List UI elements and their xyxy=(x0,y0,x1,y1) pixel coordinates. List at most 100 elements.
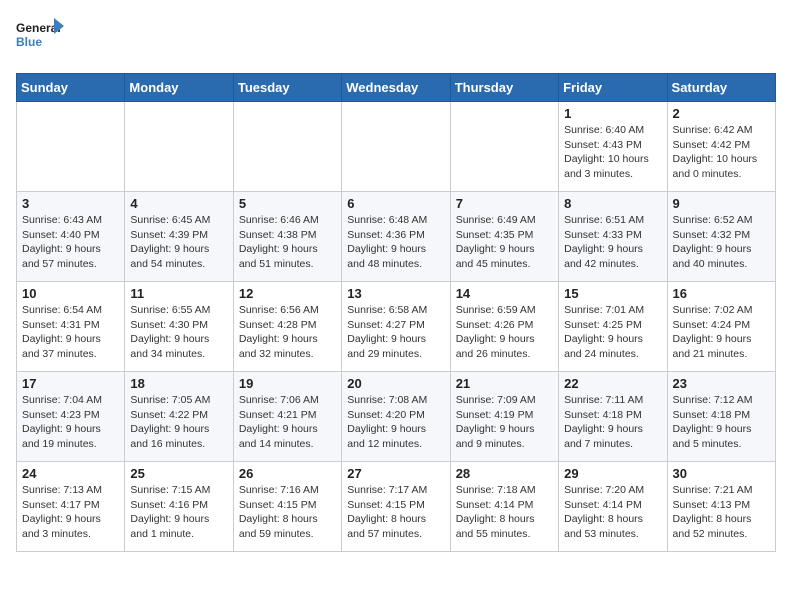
day-info: Sunrise: 6:58 AMSunset: 4:27 PMDaylight:… xyxy=(347,303,444,362)
day-info: Sunrise: 7:21 AMSunset: 4:13 PMDaylight:… xyxy=(673,483,770,542)
day-info: Sunrise: 6:42 AMSunset: 4:42 PMDaylight:… xyxy=(673,123,770,182)
page-header: General Blue xyxy=(16,16,776,61)
day-info: Sunrise: 7:12 AMSunset: 4:18 PMDaylight:… xyxy=(673,393,770,452)
day-info: Sunrise: 7:09 AMSunset: 4:19 PMDaylight:… xyxy=(456,393,553,452)
day-number: 7 xyxy=(456,196,553,211)
day-info: Sunrise: 6:55 AMSunset: 4:30 PMDaylight:… xyxy=(130,303,227,362)
day-number: 1 xyxy=(564,106,661,121)
day-info: Sunrise: 7:04 AMSunset: 4:23 PMDaylight:… xyxy=(22,393,119,452)
day-number: 5 xyxy=(239,196,336,211)
day-info: Sunrise: 7:02 AMSunset: 4:24 PMDaylight:… xyxy=(673,303,770,362)
calendar-cell: 8 Sunrise: 6:51 AMSunset: 4:33 PMDaylight… xyxy=(559,192,667,282)
day-info: Sunrise: 6:46 AMSunset: 4:38 PMDaylight:… xyxy=(239,213,336,272)
calendar-cell: 19 Sunrise: 7:06 AMSunset: 4:21 PMDayligh… xyxy=(233,372,341,462)
calendar-cell: 20 Sunrise: 7:08 AMSunset: 4:20 PMDayligh… xyxy=(342,372,450,462)
day-number: 8 xyxy=(564,196,661,211)
day-info: Sunrise: 7:20 AMSunset: 4:14 PMDaylight:… xyxy=(564,483,661,542)
calendar-cell: 18 Sunrise: 7:05 AMSunset: 4:22 PMDayligh… xyxy=(125,372,233,462)
calendar-cell: 6 Sunrise: 6:48 AMSunset: 4:36 PMDaylight… xyxy=(342,192,450,282)
calendar-cell xyxy=(233,102,341,192)
day-info: Sunrise: 6:45 AMSunset: 4:39 PMDaylight:… xyxy=(130,213,227,272)
day-number: 17 xyxy=(22,376,119,391)
week-row-4: 17 Sunrise: 7:04 AMSunset: 4:23 PMDayligh… xyxy=(17,372,776,462)
day-number: 2 xyxy=(673,106,770,121)
calendar-cell: 13 Sunrise: 6:58 AMSunset: 4:27 PMDayligh… xyxy=(342,282,450,372)
day-info: Sunrise: 7:13 AMSunset: 4:17 PMDaylight:… xyxy=(22,483,119,542)
calendar-cell: 16 Sunrise: 7:02 AMSunset: 4:24 PMDayligh… xyxy=(667,282,775,372)
day-number: 13 xyxy=(347,286,444,301)
calendar-cell: 17 Sunrise: 7:04 AMSunset: 4:23 PMDayligh… xyxy=(17,372,125,462)
header-day-saturday: Saturday xyxy=(667,74,775,102)
header-day-tuesday: Tuesday xyxy=(233,74,341,102)
calendar-header: SundayMondayTuesdayWednesdayThursdayFrid… xyxy=(17,74,776,102)
calendar-cell: 5 Sunrise: 6:46 AMSunset: 4:38 PMDaylight… xyxy=(233,192,341,282)
day-number: 14 xyxy=(456,286,553,301)
day-number: 21 xyxy=(456,376,553,391)
svg-text:Blue: Blue xyxy=(16,35,42,49)
calendar-cell: 14 Sunrise: 6:59 AMSunset: 4:26 PMDayligh… xyxy=(450,282,558,372)
week-row-3: 10 Sunrise: 6:54 AMSunset: 4:31 PMDayligh… xyxy=(17,282,776,372)
day-info: Sunrise: 7:11 AMSunset: 4:18 PMDaylight:… xyxy=(564,393,661,452)
calendar-cell: 10 Sunrise: 6:54 AMSunset: 4:31 PMDayligh… xyxy=(17,282,125,372)
day-number: 3 xyxy=(22,196,119,211)
day-info: Sunrise: 6:51 AMSunset: 4:33 PMDaylight:… xyxy=(564,213,661,272)
day-info: Sunrise: 7:05 AMSunset: 4:22 PMDaylight:… xyxy=(130,393,227,452)
logo: General Blue xyxy=(16,16,66,61)
header-row: SundayMondayTuesdayWednesdayThursdayFrid… xyxy=(17,74,776,102)
calendar-cell: 28Sunrise: 7:18 AMSunset: 4:14 PMDayligh… xyxy=(450,462,558,552)
day-info: Sunrise: 7:16 AMSunset: 4:15 PMDaylight:… xyxy=(239,483,336,542)
day-number: 19 xyxy=(239,376,336,391)
day-number: 6 xyxy=(347,196,444,211)
day-number: 24 xyxy=(22,466,119,481)
day-info: Sunrise: 7:15 AMSunset: 4:16 PMDaylight:… xyxy=(130,483,227,542)
day-info: Sunrise: 6:54 AMSunset: 4:31 PMDaylight:… xyxy=(22,303,119,362)
day-number: 9 xyxy=(673,196,770,211)
calendar-body: 1 Sunrise: 6:40 AMSunset: 4:43 PMDaylight… xyxy=(17,102,776,552)
day-number: 22 xyxy=(564,376,661,391)
calendar-cell: 11Sunrise: 6:55 AMSunset: 4:30 PMDayligh… xyxy=(125,282,233,372)
day-info: Sunrise: 6:43 AMSunset: 4:40 PMDaylight:… xyxy=(22,213,119,272)
day-info: Sunrise: 6:40 AMSunset: 4:43 PMDaylight:… xyxy=(564,123,661,182)
calendar-cell: 22 Sunrise: 7:11 AMSunset: 4:18 PMDayligh… xyxy=(559,372,667,462)
day-number: 23 xyxy=(673,376,770,391)
calendar-cell: 2 Sunrise: 6:42 AMSunset: 4:42 PMDaylight… xyxy=(667,102,775,192)
calendar-cell: 4Sunrise: 6:45 AMSunset: 4:39 PMDaylight… xyxy=(125,192,233,282)
day-number: 18 xyxy=(130,376,227,391)
calendar-cell: 26 Sunrise: 7:16 AMSunset: 4:15 PMDayligh… xyxy=(233,462,341,552)
day-info: Sunrise: 6:49 AMSunset: 4:35 PMDaylight:… xyxy=(456,213,553,272)
day-number: 10 xyxy=(22,286,119,301)
calendar-cell: 7 Sunrise: 6:49 AMSunset: 4:35 PMDaylight… xyxy=(450,192,558,282)
day-info: Sunrise: 6:48 AMSunset: 4:36 PMDaylight:… xyxy=(347,213,444,272)
day-number: 30 xyxy=(673,466,770,481)
day-info: Sunrise: 7:17 AMSunset: 4:15 PMDaylight:… xyxy=(347,483,444,542)
calendar-cell: 21 Sunrise: 7:09 AMSunset: 4:19 PMDayligh… xyxy=(450,372,558,462)
day-number: 27 xyxy=(347,466,444,481)
svg-text:General: General xyxy=(16,21,61,35)
day-info: Sunrise: 7:01 AMSunset: 4:25 PMDaylight:… xyxy=(564,303,661,362)
day-info: Sunrise: 6:59 AMSunset: 4:26 PMDaylight:… xyxy=(456,303,553,362)
day-info: Sunrise: 7:06 AMSunset: 4:21 PMDaylight:… xyxy=(239,393,336,452)
week-row-1: 1 Sunrise: 6:40 AMSunset: 4:43 PMDaylight… xyxy=(17,102,776,192)
day-info: Sunrise: 7:18 AMSunset: 4:14 PMDaylight:… xyxy=(456,483,553,542)
header-day-sunday: Sunday xyxy=(17,74,125,102)
header-day-wednesday: Wednesday xyxy=(342,74,450,102)
day-info: Sunrise: 7:08 AMSunset: 4:20 PMDaylight:… xyxy=(347,393,444,452)
calendar-cell: 27 Sunrise: 7:17 AMSunset: 4:15 PMDayligh… xyxy=(342,462,450,552)
calendar-cell: 24 Sunrise: 7:13 AMSunset: 4:17 PMDayligh… xyxy=(17,462,125,552)
calendar-table: SundayMondayTuesdayWednesdayThursdayFrid… xyxy=(16,73,776,552)
header-day-friday: Friday xyxy=(559,74,667,102)
day-number: 26 xyxy=(239,466,336,481)
header-day-monday: Monday xyxy=(125,74,233,102)
day-number: 15 xyxy=(564,286,661,301)
day-number: 29 xyxy=(564,466,661,481)
day-number: 16 xyxy=(673,286,770,301)
calendar-cell: 30 Sunrise: 7:21 AMSunset: 4:13 PMDayligh… xyxy=(667,462,775,552)
calendar-cell: 23 Sunrise: 7:12 AMSunset: 4:18 PMDayligh… xyxy=(667,372,775,462)
calendar-cell: 15 Sunrise: 7:01 AMSunset: 4:25 PMDayligh… xyxy=(559,282,667,372)
day-info: Sunrise: 6:52 AMSunset: 4:32 PMDaylight:… xyxy=(673,213,770,272)
calendar-cell: 1 Sunrise: 6:40 AMSunset: 4:43 PMDaylight… xyxy=(559,102,667,192)
week-row-5: 24 Sunrise: 7:13 AMSunset: 4:17 PMDayligh… xyxy=(17,462,776,552)
day-number: 20 xyxy=(347,376,444,391)
header-day-thursday: Thursday xyxy=(450,74,558,102)
calendar-cell: 3 Sunrise: 6:43 AMSunset: 4:40 PMDaylight… xyxy=(17,192,125,282)
